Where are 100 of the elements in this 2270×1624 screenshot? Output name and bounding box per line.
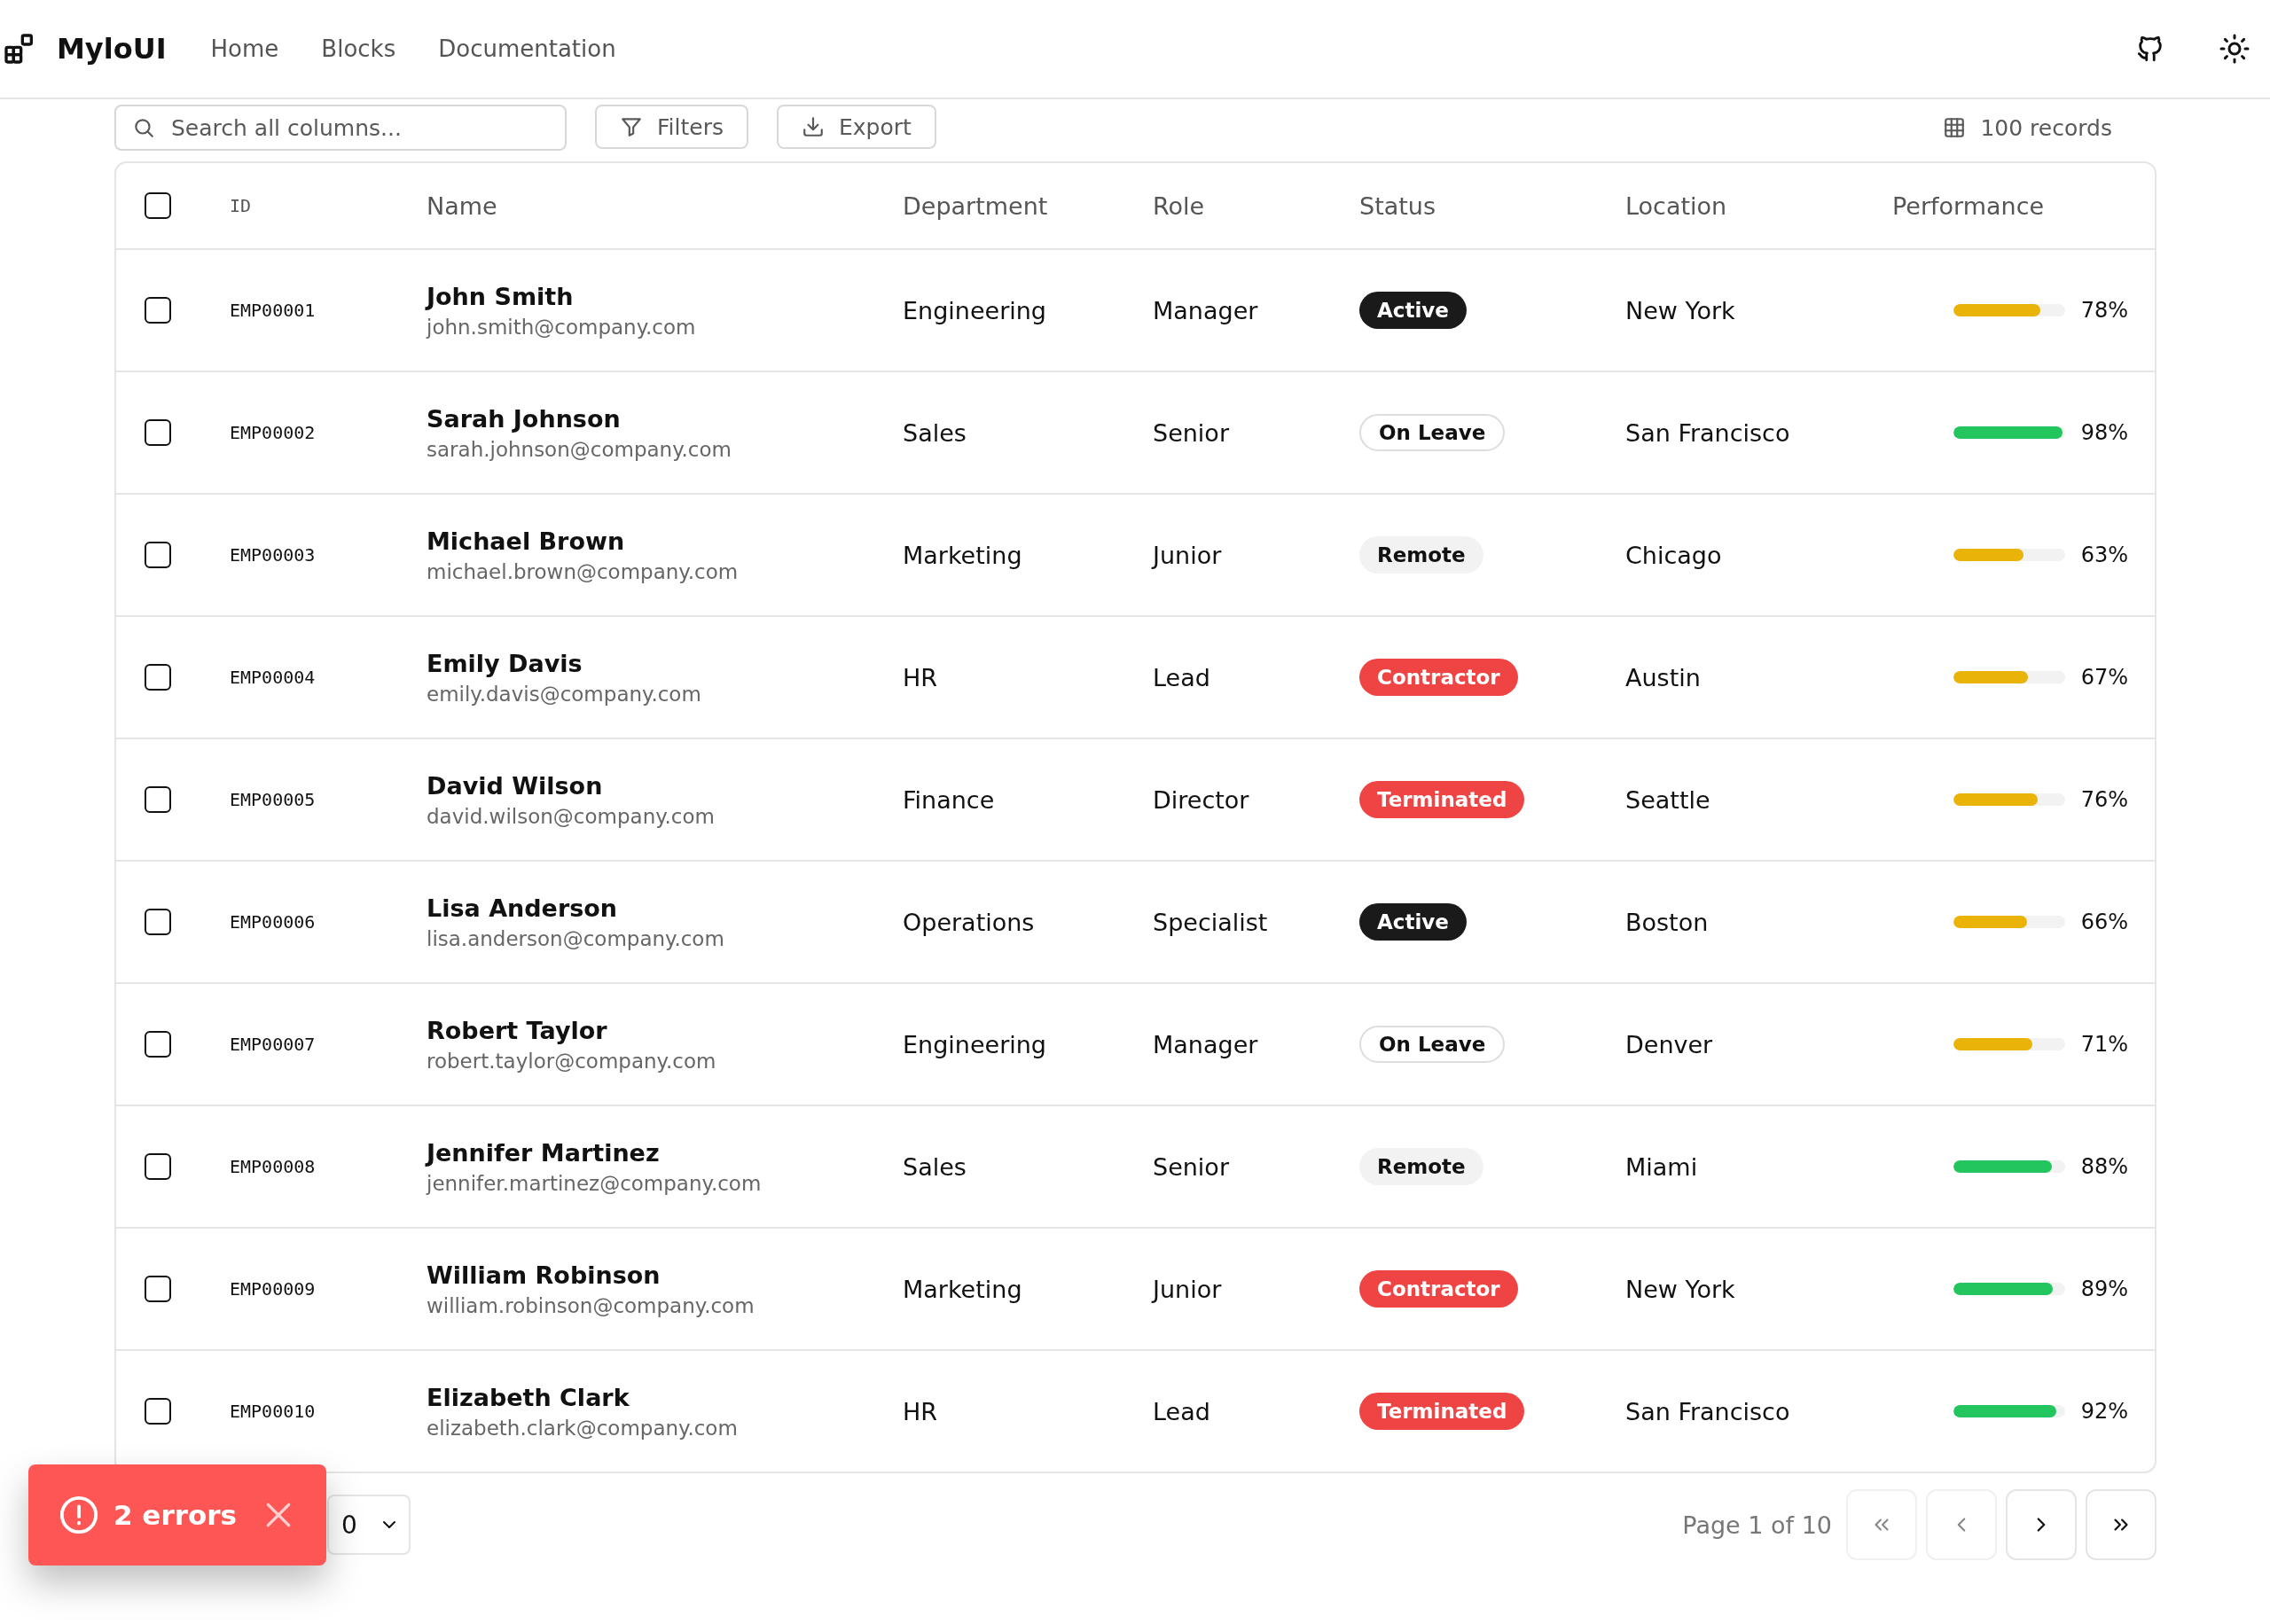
email-text: robert.taylor@company.com (427, 1049, 716, 1073)
checkbox[interactable] (145, 1276, 171, 1302)
table-cell: Seattle (1625, 785, 1710, 814)
table-cell: Marketing (903, 1275, 1022, 1303)
table-cell: Senior (1153, 1152, 1229, 1181)
nav-link[interactable]: Blocks (321, 35, 396, 62)
funnel-icon (620, 115, 643, 138)
checkbox[interactable] (145, 1398, 171, 1425)
checkbox[interactable] (145, 542, 171, 568)
status-badge: On Leave (1359, 1026, 1506, 1063)
status-badge: Remote (1359, 536, 1483, 574)
table-cell: Austin (1625, 663, 1701, 691)
table-cell: Marketing (903, 541, 1022, 569)
percentage: 88% (2080, 1154, 2128, 1179)
column-header[interactable]: Name (427, 191, 497, 220)
email-text: elizabeth.clark@company.com (427, 1416, 738, 1440)
table-cell: Director (1153, 785, 1249, 814)
person-name: Emily Davis (427, 649, 583, 677)
checkbox[interactable] (145, 664, 171, 691)
column-header[interactable]: Role (1153, 191, 1205, 220)
search-field[interactable]: Search all columns... (114, 105, 567, 151)
checkbox[interactable] (145, 786, 171, 813)
table-cell: Lead (1153, 1397, 1210, 1425)
status-badge: Terminated (1359, 781, 1525, 818)
id-cell: EMP00004 (230, 667, 316, 688)
percentage: 76% (2080, 787, 2128, 812)
table-cell: Engineering (903, 296, 1046, 324)
percentage: 78% (2080, 298, 2128, 323)
table-cell: Boston (1625, 908, 1709, 936)
checkbox[interactable] (145, 1153, 171, 1180)
percentage: 89% (2080, 1277, 2128, 1301)
table-cell: Engineering (903, 1030, 1046, 1058)
table-cell: Miami (1625, 1152, 1698, 1181)
person-name: David Wilson (427, 771, 603, 800)
person-name: Jennifer Martinez (427, 1138, 660, 1167)
table-cell: HR (903, 663, 938, 691)
checkbox[interactable] (145, 909, 171, 935)
status-badge: Remote (1359, 1148, 1483, 1185)
percentage: 92% (2080, 1399, 2128, 1424)
brand-name[interactable]: MyloUI (57, 32, 167, 66)
status-badge: Active (1359, 292, 1467, 329)
status-badge: On Leave (1359, 414, 1506, 451)
filters-button[interactable]: Filters (595, 105, 748, 149)
checkbox[interactable] (145, 419, 171, 446)
table-cell: Sales (903, 418, 967, 447)
grid-icon (1943, 116, 1967, 139)
person-name: Sarah Johnson (427, 404, 621, 433)
id-cell: EMP00006 (230, 911, 316, 933)
percentage: 67% (2080, 665, 2128, 690)
person-name: Lisa Anderson (427, 894, 618, 922)
table-cell: Junior (1153, 541, 1222, 569)
checkbox[interactable] (145, 297, 171, 324)
email-text: lisa.anderson@company.com (427, 926, 724, 950)
checkbox[interactable] (145, 1031, 171, 1058)
theme-toggle-icon[interactable] (2219, 33, 2250, 65)
download-icon (801, 115, 825, 138)
status-badge: Active (1359, 903, 1467, 941)
toast-message: 2 errors (114, 1499, 238, 1531)
table-cell: Manager (1153, 1030, 1258, 1058)
search-icon (132, 116, 155, 139)
table-cell: Finance (903, 785, 995, 814)
table-cell: Sales (903, 1152, 967, 1181)
table-cell: New York (1625, 296, 1735, 324)
person-name: John Smith (427, 282, 574, 310)
table-cell: Chicago (1625, 541, 1722, 569)
percentage: 98% (2080, 420, 2128, 445)
email-text: john.smith@company.com (427, 315, 696, 339)
email-text: jennifer.martinez@company.com (427, 1171, 762, 1195)
column-header[interactable]: Location (1625, 191, 1727, 220)
column-header[interactable]: ID (230, 195, 252, 216)
export-button[interactable]: Export (776, 105, 936, 149)
id-cell: EMP00003 (230, 544, 316, 566)
table-cell: Lead (1153, 663, 1210, 691)
id-cell: EMP00010 (230, 1401, 316, 1422)
table-cell: San Francisco (1625, 1397, 1790, 1425)
table-cell: San Francisco (1625, 418, 1790, 447)
id-cell: EMP00007 (230, 1034, 316, 1055)
table-cell: Junior (1153, 1275, 1222, 1303)
record-count: 100 records (1980, 114, 2112, 141)
email-text: william.robinson@company.com (427, 1293, 755, 1317)
percentage: 63% (2080, 543, 2128, 567)
status-badge: Contractor (1359, 659, 1518, 696)
page-info: Page 1 of 10 (1682, 1511, 1832, 1539)
column-header[interactable]: Department (903, 191, 1048, 220)
nav-link[interactable]: Documentation (438, 35, 616, 62)
table-cell: Operations (903, 908, 1035, 936)
column-header[interactable]: Status (1359, 191, 1436, 220)
person-name: Robert Taylor (427, 1016, 607, 1044)
id-cell: EMP00008 (230, 1156, 316, 1177)
column-header[interactable]: Performance (1892, 191, 2045, 220)
checkbox[interactable] (145, 192, 171, 219)
nav-link[interactable]: Home (210, 35, 279, 62)
table-cell: HR (903, 1397, 938, 1425)
table-cell: Manager (1153, 296, 1258, 324)
alert-icon (59, 1495, 99, 1535)
person-name: Elizabeth Clark (427, 1383, 630, 1411)
email-text: emily.davis@company.com (427, 682, 701, 706)
person-name: William Robinson (427, 1261, 661, 1289)
email-text: michael.brown@company.com (427, 559, 739, 583)
id-cell: EMP00009 (230, 1278, 316, 1300)
